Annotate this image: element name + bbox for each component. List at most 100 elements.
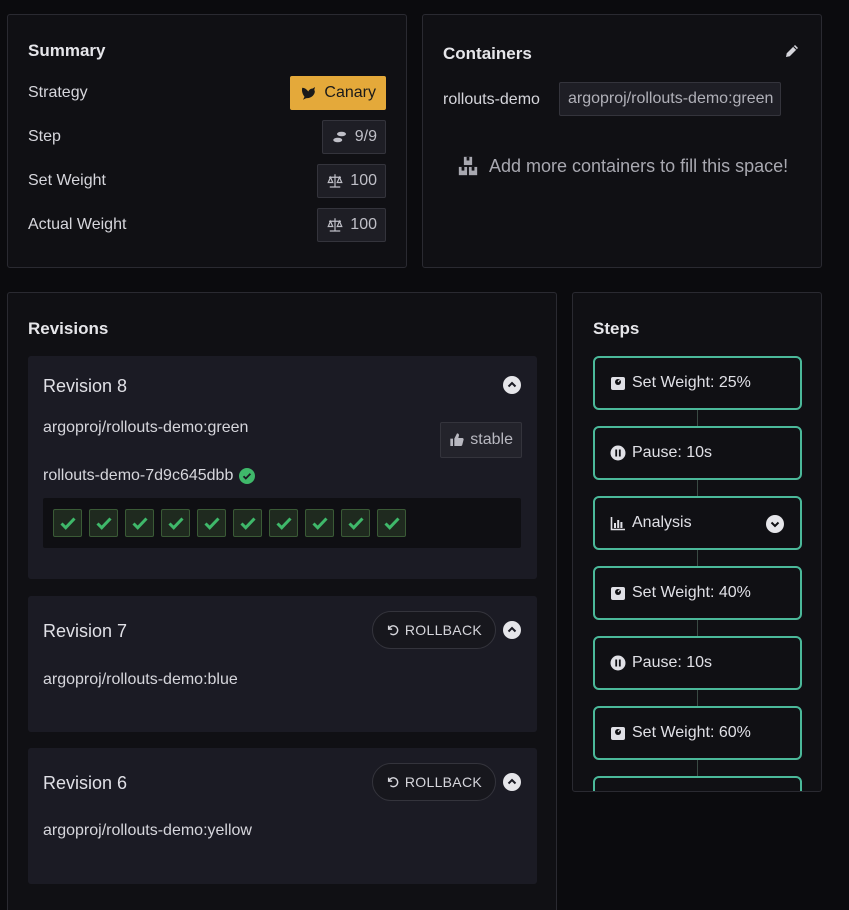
- step-label: Set Weight: 40%: [632, 584, 751, 601]
- step-badge: 9/9: [321, 120, 386, 154]
- actual-weight-badge: 100: [317, 208, 386, 242]
- revisions-title: Revisions: [28, 319, 109, 338]
- container-image-input[interactable]: argoproj/rollouts-demo:green: [559, 82, 781, 116]
- shoe-prints-icon: [333, 131, 346, 143]
- pause-icon: [610, 655, 626, 671]
- check-icon: [347, 517, 364, 530]
- containers-panel: Containers rollouts-demo argoproj/rollou…: [422, 14, 822, 268]
- step-pause-10s-2[interactable]: Pause: 10s: [593, 636, 802, 690]
- collapse-button[interactable]: [503, 376, 521, 394]
- step-set-weight-40[interactable]: Set Weight: 40%: [593, 566, 802, 620]
- pod-status[interactable]: [161, 509, 190, 537]
- stable-label: stable: [470, 431, 513, 448]
- step-next-partial[interactable]: [593, 776, 802, 791]
- step-label: Step: [28, 128, 61, 145]
- check-icon: [167, 517, 184, 530]
- set-weight-label: Set Weight: [28, 172, 106, 189]
- step-label: Pause: 10s: [632, 444, 713, 461]
- actual-weight-label: Actual Weight: [28, 216, 127, 233]
- containers-title: Containers: [443, 44, 532, 63]
- strategy-badge: Canary: [290, 76, 386, 110]
- step-label: Set Weight: 60%: [632, 724, 751, 741]
- rollback-label: ROLLBACK: [404, 622, 482, 638]
- step-value: 9/9: [354, 128, 377, 145]
- pods-container: [43, 498, 521, 548]
- pod-status[interactable]: [341, 509, 370, 537]
- step-set-weight-60[interactable]: Set Weight: 60%: [593, 706, 802, 760]
- summary-panel: Summary Strategy Canary Step 9/9 Set Wei…: [7, 14, 407, 268]
- stable-badge: stable: [440, 422, 522, 458]
- step-set-weight-25[interactable]: Set Weight: 25%: [593, 356, 802, 410]
- step-label: Set Weight: 25%: [632, 374, 751, 391]
- actual-weight-value: 100: [350, 216, 377, 233]
- check-icon: [95, 517, 112, 530]
- undo-icon: [387, 777, 399, 788]
- summary-title: Summary: [28, 41, 106, 60]
- pod-status[interactable]: [197, 509, 226, 537]
- chevron-up-icon: [507, 626, 517, 633]
- steps-title: Steps: [593, 319, 640, 338]
- undo-icon: [387, 625, 399, 636]
- pod-status[interactable]: [305, 509, 334, 537]
- container-name: rollouts-demo: [443, 91, 540, 108]
- step-pause-10s[interactable]: Pause: 10s: [593, 426, 802, 480]
- revision-image: argoproj/rollouts-demo:green: [43, 419, 249, 436]
- check-icon: [59, 517, 76, 530]
- steps-panel: Steps Set Weight: 25% Pause: 10s Analysi…: [572, 292, 822, 792]
- expand-analysis-button[interactable]: [766, 515, 784, 533]
- weight-icon: [611, 727, 625, 740]
- check-icon: [275, 517, 292, 530]
- step-label: Pause: 10s: [632, 654, 713, 671]
- revision-title: Revision 7: [43, 621, 128, 641]
- chevron-up-icon: [507, 778, 517, 785]
- revision-image: argoproj/rollouts-demo:yellow: [43, 822, 252, 839]
- pod-status[interactable]: [53, 509, 82, 537]
- check-icon: [239, 517, 256, 530]
- revision-card-7: Revision 7 ROLLBACK argoproj/rollouts-de…: [28, 596, 537, 732]
- pod-status[interactable]: [125, 509, 154, 537]
- bird-icon: [302, 87, 316, 100]
- step-label: Analysis: [632, 514, 692, 531]
- rollback-button[interactable]: ROLLBACK: [371, 611, 496, 649]
- rollback-label: ROLLBACK: [404, 774, 482, 790]
- revisions-panel: Revisions Revision 8 argoproj/rollouts-d…: [7, 292, 557, 910]
- step-analysis[interactable]: Analysis: [593, 496, 802, 550]
- revision-card-6: Revision 6 ROLLBACK argoproj/rollouts-de…: [28, 748, 537, 884]
- pencil-icon[interactable]: [783, 42, 801, 60]
- replicaset-label: rollouts-demo-7d9c645dbb: [43, 467, 234, 484]
- pod-status[interactable]: [377, 509, 406, 537]
- thumbs-up-icon: [450, 433, 464, 446]
- strategy-row: Strategy Canary: [28, 76, 386, 110]
- weight-icon: [611, 587, 625, 600]
- balance-scale-icon: [327, 218, 343, 232]
- weight-icon: [611, 377, 625, 390]
- balance-scale-icon: [327, 174, 343, 188]
- collapse-button[interactable]: [503, 773, 521, 791]
- check-icon: [203, 517, 220, 530]
- check-icon: [311, 517, 328, 530]
- set-weight-row: Set Weight 100: [28, 164, 386, 198]
- pod-status[interactable]: [233, 509, 262, 537]
- collapse-button[interactable]: [503, 621, 521, 639]
- pod-status[interactable]: [89, 509, 118, 537]
- add-hint-text: Add more containers to fill this space!: [489, 155, 789, 176]
- set-weight-value: 100: [350, 172, 377, 189]
- step-row: Step 9/9: [28, 120, 386, 154]
- rollback-button[interactable]: ROLLBACK: [371, 763, 496, 801]
- revision-image: argoproj/rollouts-demo:blue: [43, 671, 238, 688]
- revision-title: Revision 6: [43, 773, 128, 793]
- chevron-down-icon: [770, 521, 780, 528]
- replicaset-name: rollouts-demo-7d9c645dbb: [43, 467, 256, 485]
- pause-icon: [610, 445, 626, 461]
- pod-status[interactable]: [269, 509, 298, 537]
- actual-weight-row: Actual Weight 100: [28, 208, 386, 242]
- strategy-label: Strategy: [28, 84, 88, 101]
- check-icon: [131, 517, 148, 530]
- boxes-icon: [458, 156, 478, 176]
- revision-title: Revision 8: [43, 376, 128, 396]
- check-circle-icon: [239, 468, 256, 484]
- chevron-up-icon: [507, 381, 517, 388]
- strategy-value: Canary: [324, 84, 376, 101]
- check-icon: [383, 517, 400, 530]
- set-weight-badge: 100: [317, 164, 386, 198]
